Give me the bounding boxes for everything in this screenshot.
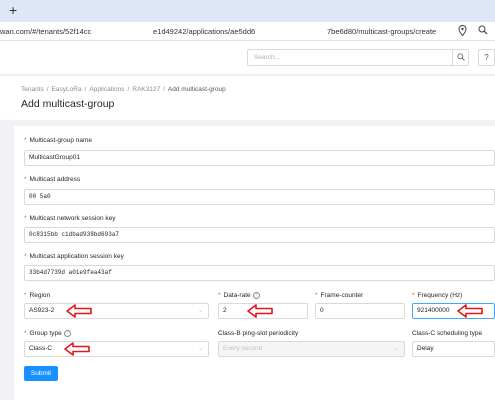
frame-counter-label: Frame-counter [320,292,364,299]
region-select[interactable]: AS923-2 ⌄ [24,303,209,319]
name-field: * Multicast-group name [24,137,92,146]
group-type-label: Group type [29,330,62,338]
location-icon[interactable] [458,24,467,39]
required-mark: * [412,292,415,299]
app-header: Search... ? [0,41,495,75]
frame-counter-input[interactable]: 0 [315,303,405,319]
address-input[interactable]: 00 5a0 [24,189,495,205]
ping-slot-field: Class-B ping-slot periodicity [218,330,298,339]
required-mark: * [315,292,318,299]
breadcrumb-applications[interactable]: Applications [89,86,124,93]
nwk-key-label: Multicast network session key [29,215,116,222]
submit-button[interactable]: Submit [24,366,58,381]
url-segment-1: wan.com/#/tenants/52f14cc [0,27,92,36]
breadcrumb-tenants[interactable]: Tenants [21,86,44,93]
required-mark: * [24,292,27,299]
help-icon[interactable]: ? [63,330,71,337]
required-mark: * [24,253,27,260]
breadcrumb-separator: / [127,86,130,93]
ping-slot-value: Every second [223,345,263,352]
required-mark: * [24,176,27,183]
required-mark: * [24,215,27,222]
scheduling-value: Delay [417,345,434,352]
nwk-key-input[interactable]: 0c8315bb c1dbad938bd693a7 [24,227,495,243]
group-type-value: Class-C [29,345,53,352]
required-mark: * [24,330,27,338]
frequency-field: * Frequency (Hz) [412,292,462,301]
help-icon[interactable]: ? [252,292,260,299]
ping-slot-label: Class-B ping-slot periodicity [218,330,299,337]
annotation-arrow-icon [457,304,483,318]
breadcrumb-separator: / [163,86,165,93]
ping-slot-select: Every second ⌄ [218,341,405,357]
address-field: * Multicast address [24,176,80,185]
url-segment-2: e1d49242/applications/ae5dd6 [153,27,256,36]
annotation-arrow-icon [247,304,273,318]
scheduling-label: Class-C scheduling type [412,330,483,337]
search-box[interactable]: Search... [247,49,469,66]
app-key-input[interactable]: 33b4d7739d a01e9fea43af [24,265,495,281]
search-input[interactable]: Search... [254,54,280,61]
region-field: * Region [24,292,50,301]
required-mark: * [24,137,27,144]
group-type-select[interactable]: Class-C ⌄ [24,341,209,357]
data-rate-label: Data-rate [223,292,251,300]
data-rate-field: * Data-rate? [218,292,260,301]
address-bar[interactable]: wan.com/#/tenants/52f14cc e1d49242/appli… [0,22,495,41]
breadcrumb-application[interactable]: RAK3127 [132,86,160,93]
help-icon[interactable]: ? [478,49,495,66]
region-value: AS923-2 [29,307,55,314]
breadcrumb-tenant[interactable]: EasyLoRa [52,86,82,93]
name-label: Multicast-group name [29,137,93,144]
name-input[interactable]: MulticastGroup01 [24,150,495,166]
zoom-icon[interactable] [478,25,488,38]
scheduling-select[interactable]: Delay [412,341,495,357]
nwk-key-field: * Multicast network session key [24,215,116,224]
region-label: Region [29,292,51,299]
chevron-down-icon: ⌄ [197,346,203,352]
group-type-field: * Group type? [24,330,71,339]
breadcrumb-separator: / [46,86,49,93]
annotation-arrow-icon [66,304,92,318]
browser-tab-strip: + [0,0,495,22]
annotation-arrow-icon [64,342,90,356]
frequency-label: Frequency (Hz) [417,292,463,299]
required-mark: * [218,292,221,300]
app-key-field: * Multicast application session key [24,253,124,262]
multicast-group-form: * Multicast-group name MulticastGroup01 *… [14,126,495,400]
scheduling-field: Class-C scheduling type [412,330,482,339]
page-title: Add multicast-group [21,98,115,110]
url-segment-3: 7be6d80/multicast-groups/create [327,27,437,36]
search-icon[interactable] [452,49,469,66]
chevron-down-icon: ⌄ [197,308,203,314]
address-label: Multicast address [29,176,81,183]
breadcrumb-current: Add multicast-group [167,86,226,93]
new-tab-button[interactable]: + [9,2,17,18]
breadcrumb-separator: / [84,86,87,93]
app-key-label: Multicast application session key [29,253,124,260]
chevron-down-icon: ⌄ [393,346,399,352]
page-header: Tenants / EasyLoRa / Applications / RAK3127/Ad… [0,76,495,120]
breadcrumb: Tenants / EasyLoRa / Applications / RAK3127/Ad… [21,86,226,93]
frame-counter-field: * Frame-counter [315,292,363,301]
